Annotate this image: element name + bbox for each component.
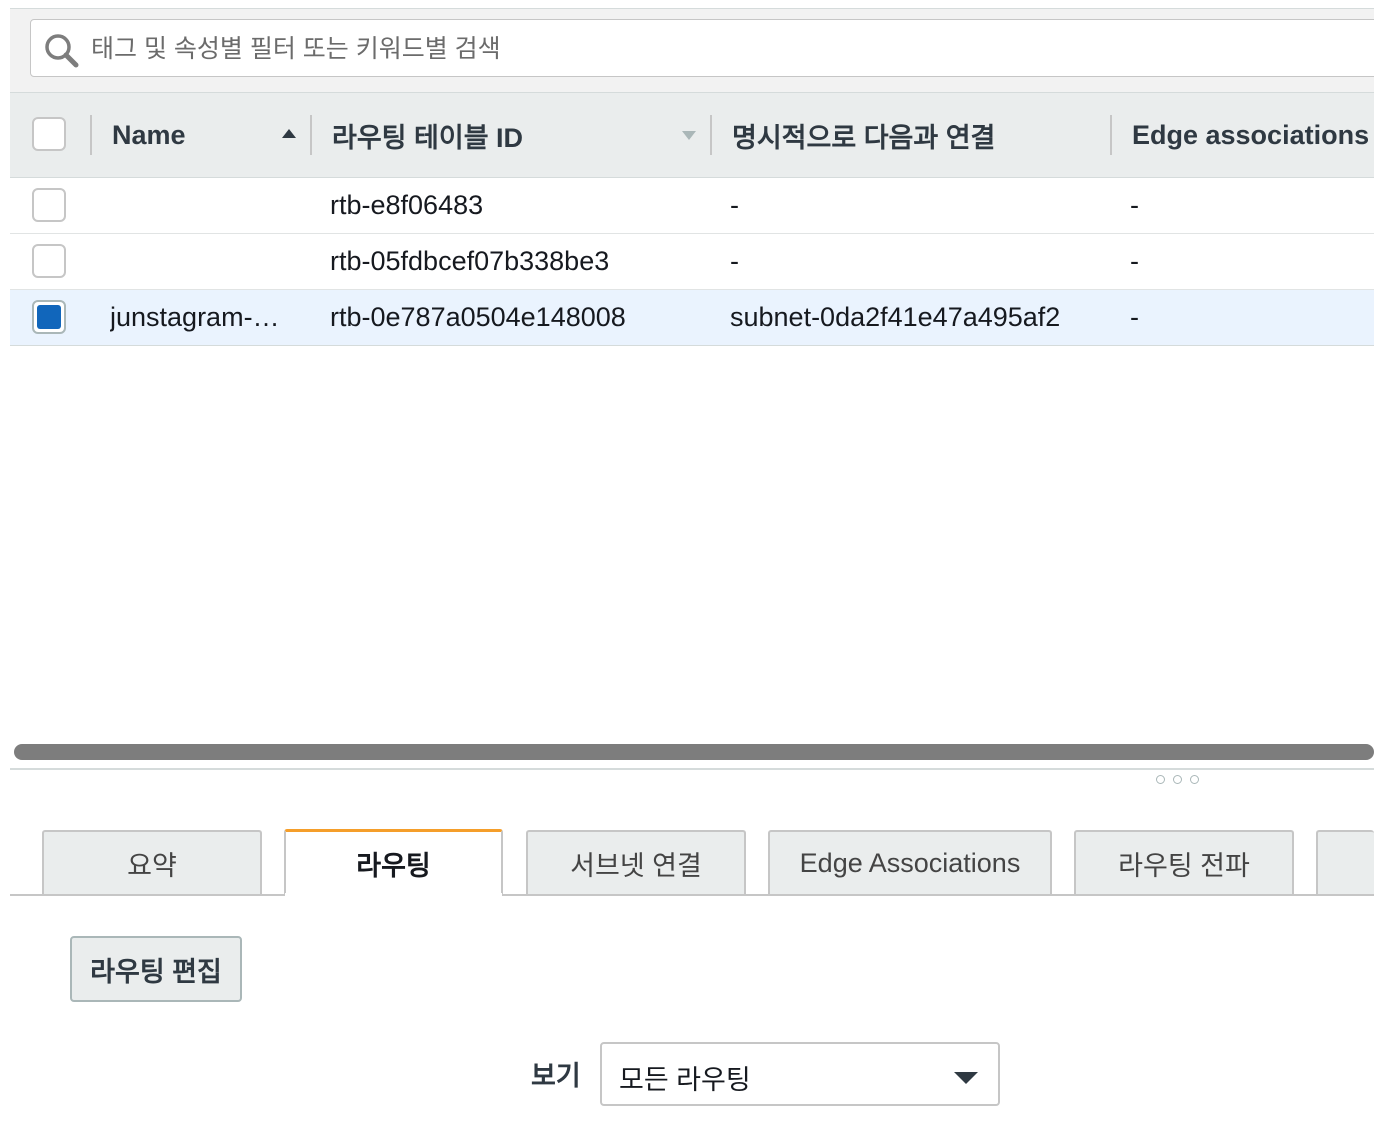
row-checkbox-checked[interactable]: [32, 300, 66, 334]
cell-explicit-association: -: [730, 190, 739, 220]
row-checkbox[interactable]: [32, 188, 66, 222]
column-header-route-table-id[interactable]: 라우팅 테이블 ID: [332, 93, 523, 177]
tab-summary[interactable]: 요약: [42, 830, 262, 894]
column-separator: [310, 115, 312, 155]
tab-more[interactable]: [1316, 830, 1374, 894]
column-separator: [710, 115, 712, 155]
cell-edge-associations: -: [1130, 190, 1139, 220]
view-label: 보기: [531, 1061, 581, 1091]
route-tables-table: Name 라우팅 테이블 ID 명시적으로 다음과 연결 Edge associ…: [10, 92, 1374, 346]
column-separator: [90, 115, 92, 155]
search-input[interactable]: [89, 20, 1374, 78]
cell-edge-associations: -: [1130, 302, 1139, 332]
column-header-name[interactable]: Name: [112, 93, 186, 177]
dot-icon: [1156, 775, 1165, 784]
table-row-selected[interactable]: junstagram-… rtb-0e787a0504e148008 subne…: [10, 290, 1374, 346]
cell-route-table-id: rtb-05fdbcef07b338be3: [330, 246, 610, 276]
cell-route-table-id: rtb-0e787a0504e148008: [330, 302, 626, 332]
dot-icon: [1190, 775, 1199, 784]
view-select[interactable]: 모든 라우팅: [600, 1042, 1000, 1106]
tab-route-propagation[interactable]: 라우팅 전파: [1074, 830, 1294, 894]
sort-descending-icon[interactable]: [682, 131, 696, 140]
tab-edge-associations[interactable]: Edge Associations: [768, 830, 1052, 894]
column-header-edge-associations[interactable]: Edge associations: [1132, 93, 1369, 177]
cell-name: [110, 234, 300, 289]
dot-icon: [1173, 775, 1182, 784]
active-tab-gap: [285, 893, 502, 897]
tab-subnet-associations[interactable]: 서브넷 연결: [526, 830, 746, 894]
column-header-explicit-association[interactable]: 명시적으로 다음과 연결: [732, 93, 995, 177]
tab-routes[interactable]: 라우팅: [284, 829, 503, 895]
resize-handle-icon[interactable]: [1156, 775, 1199, 784]
tabs-baseline: [10, 894, 1374, 896]
cell-edge-associations: -: [1130, 246, 1139, 276]
pane-divider[interactable]: [10, 768, 1374, 770]
sort-ascending-icon[interactable]: [282, 129, 296, 138]
select-all-checkbox[interactable]: [32, 117, 66, 151]
search-icon: [45, 34, 79, 68]
view-select-value: 모든 라우팅: [619, 1065, 751, 1095]
cell-name: [110, 178, 300, 233]
cell-explicit-association: -: [730, 246, 739, 276]
cell-name: junstagram-…: [110, 302, 280, 332]
chevron-down-icon: [954, 1072, 978, 1084]
horizontal-scrollbar[interactable]: [14, 744, 1374, 760]
filter-bar: [10, 8, 1374, 93]
cell-route-table-id: rtb-e8f06483: [330, 190, 484, 220]
edit-routes-button[interactable]: 라우팅 편집: [70, 936, 242, 1002]
search-box[interactable]: [30, 19, 1374, 78]
table-row[interactable]: rtb-05fdbcef07b338be3 - -: [10, 234, 1374, 290]
column-separator: [1110, 115, 1112, 155]
table-row[interactable]: rtb-e8f06483 - -: [10, 178, 1374, 234]
table-header: Name 라우팅 테이블 ID 명시적으로 다음과 연결 Edge associ…: [10, 92, 1374, 178]
row-checkbox[interactable]: [32, 244, 66, 278]
cell-explicit-association: subnet-0da2f41e47a495af2: [730, 302, 1061, 332]
